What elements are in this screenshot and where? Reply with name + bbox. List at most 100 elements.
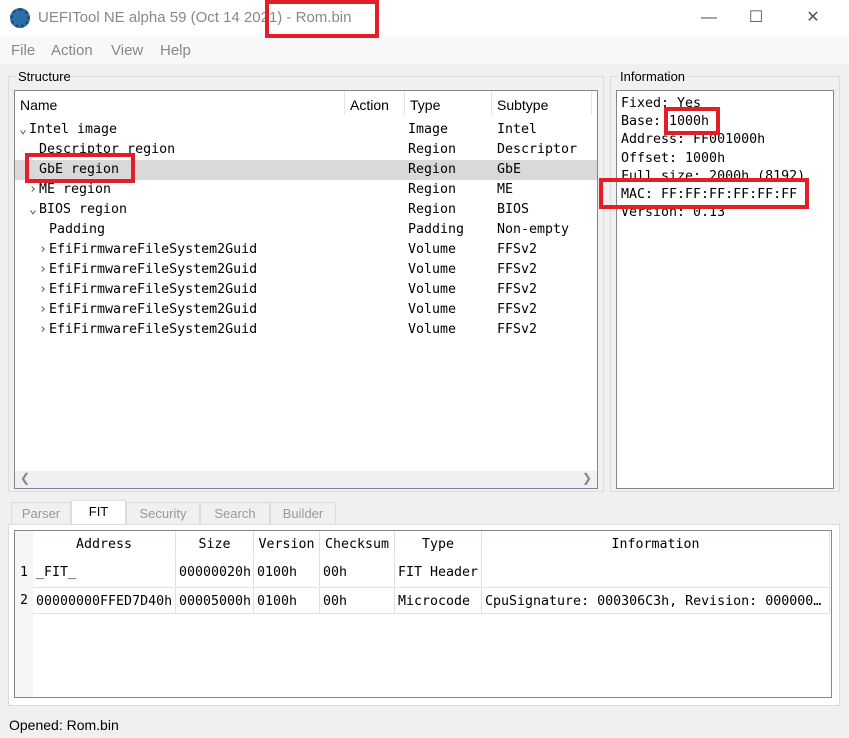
fit-cell[interactable]: 0100h: [254, 587, 320, 614]
fit-cell[interactable]: 0100h: [254, 559, 320, 586]
tab-fit[interactable]: FIT: [71, 500, 126, 525]
fit-table[interactable]: Address Size Version Checksum Type Informatio…: [14, 530, 832, 698]
column-name[interactable]: Name: [15, 91, 345, 115]
expand-chevron-icon[interactable]: ›: [29, 180, 37, 200]
tab-search[interactable]: Search: [200, 502, 270, 524]
tree-item-name: Padding: [49, 222, 106, 237]
tree-item-subtype: GbE: [497, 162, 522, 177]
tree-item-name: Intel image: [29, 122, 118, 137]
tree-item-type: Image: [408, 122, 449, 137]
tree-row[interactable]: › EfiFirmwareFileSystem2Guid Volume FFSv…: [15, 260, 597, 280]
tree-row[interactable]: › EfiFirmwareFileSystem2Guid Volume FFSv…: [15, 240, 597, 260]
fit-column-address[interactable]: Address: [33, 531, 176, 558]
highlight-box: [599, 178, 809, 209]
information-panel[interactable]: Fixed: Yes Base: 1000h Address: FF001000h O…: [616, 90, 834, 489]
fit-column-checksum[interactable]: Checksum: [320, 531, 395, 558]
tree-item-type: Region: [408, 142, 457, 157]
app-gear-icon: [10, 8, 30, 28]
information-label: Information: [618, 69, 688, 84]
tree-item-subtype: FFSv2: [497, 322, 538, 337]
scroll-left-icon[interactable]: ❮: [20, 471, 30, 485]
tree-row[interactable]: › EfiFirmwareFileSystem2Guid Volume FFSv…: [15, 280, 597, 300]
fit-column-information[interactable]: Information: [482, 531, 830, 558]
tree-row[interactable]: Padding Padding Non-empty: [15, 220, 597, 240]
column-type[interactable]: Type: [405, 91, 492, 115]
tree-item-name: EfiFirmwareFileSystem2Guid: [49, 282, 258, 297]
tree-item-type: Region: [408, 182, 457, 197]
fit-cell[interactable]: FIT Header: [395, 559, 482, 586]
column-action[interactable]: Action: [345, 91, 405, 115]
fit-cell[interactable]: CpuSignature: 000306C3h, Revision: 00000…: [482, 587, 830, 614]
fit-column-version[interactable]: Version: [254, 531, 320, 558]
row-number: 2: [20, 593, 29, 608]
fit-cell[interactable]: 00h: [320, 559, 395, 586]
column-subtype[interactable]: Subtype: [492, 91, 592, 115]
menu-help[interactable]: Help: [160, 42, 191, 59]
structure-tree[interactable]: Name Action Type Subtype ⌄ Intel image I…: [14, 90, 598, 489]
expand-chevron-icon[interactable]: ⌄: [29, 200, 37, 220]
horizontal-scrollbar[interactable]: ❮ ❯: [15, 471, 597, 488]
row-header-gutter: [15, 531, 33, 697]
tree-item-name: EfiFirmwareFileSystem2Guid: [49, 262, 258, 277]
menu-action[interactable]: Action: [51, 42, 93, 59]
info-line: Offset: 1000h: [621, 150, 726, 166]
info-line: Fixed: Yes: [621, 96, 702, 111]
menu-file[interactable]: File: [11, 42, 35, 59]
info-line: Address: FF001000h: [621, 132, 766, 148]
fit-cell[interactable]: 00000000FFED7D40h: [33, 587, 176, 614]
tab-builder[interactable]: Builder: [270, 502, 336, 524]
tree-item-subtype: ME: [497, 182, 514, 197]
fit-cell[interactable]: _FIT_: [33, 559, 176, 586]
status-bar: Opened: Rom.bin: [9, 717, 119, 733]
tree-item-type: Region: [408, 162, 457, 177]
tree-item-name: ME region: [39, 182, 112, 197]
tree-item-type: Volume: [408, 262, 457, 277]
fit-cell[interactable]: 00005000h: [176, 587, 254, 614]
tree-item-type: Padding: [408, 222, 465, 237]
tree-item-subtype: FFSv2: [497, 242, 538, 257]
tree-row[interactable]: › EfiFirmwareFileSystem2Guid Volume FFSv…: [15, 300, 597, 320]
tree-item-subtype: BIOS: [497, 202, 530, 217]
expand-chevron-icon[interactable]: ⌄: [19, 120, 27, 140]
tab-security[interactable]: Security: [126, 502, 200, 524]
fit-cell[interactable]: 00h: [320, 587, 395, 614]
expand-chevron-icon[interactable]: ›: [39, 240, 47, 260]
tree-item-type: Volume: [408, 302, 457, 317]
tree-row[interactable]: ⌄ BIOS region Region BIOS: [15, 200, 597, 220]
maximize-button[interactable]: ☐: [733, 4, 779, 32]
expand-chevron-icon[interactable]: ›: [39, 280, 47, 300]
tree-item-subtype: Non-empty: [497, 222, 570, 237]
tree-item-type: Volume: [408, 282, 457, 297]
tab-parser[interactable]: Parser: [11, 502, 71, 524]
tree-item-type: Region: [408, 202, 457, 217]
expand-chevron-icon[interactable]: ›: [39, 300, 47, 320]
expand-chevron-icon[interactable]: ›: [39, 260, 47, 280]
highlight-box: [664, 107, 720, 135]
fit-cell[interactable]: 00000020h: [176, 559, 254, 586]
highlight-box: [25, 153, 135, 183]
tree-item-subtype: FFSv2: [497, 262, 538, 277]
menu-view[interactable]: View: [111, 42, 143, 59]
tree-item-subtype: Descriptor: [497, 142, 578, 157]
tree-item-subtype: FFSv2: [497, 302, 538, 317]
fit-cell[interactable]: [482, 559, 830, 586]
fit-cell[interactable]: Microcode: [395, 587, 482, 614]
fit-column-type[interactable]: Type: [395, 531, 482, 558]
tree-item-subtype: Intel: [497, 122, 538, 137]
structure-label: Structure: [16, 69, 73, 84]
fit-column-size[interactable]: Size: [176, 531, 254, 558]
tree-row[interactable]: › ME region Region ME: [15, 180, 597, 200]
tree-item-type: Volume: [408, 242, 457, 257]
expand-chevron-icon[interactable]: ›: [39, 320, 47, 340]
tree-row[interactable]: ⌄ Intel image Image Intel: [15, 120, 597, 140]
tree-item-subtype: FFSv2: [497, 282, 538, 297]
minimize-button[interactable]: —: [686, 4, 732, 32]
tree-item-name: EfiFirmwareFileSystem2Guid: [49, 302, 258, 317]
tree-row[interactable]: › EfiFirmwareFileSystem2Guid Volume FFSv…: [15, 320, 597, 340]
tree-item-name: EfiFirmwareFileSystem2Guid: [49, 242, 258, 257]
highlight-box: [265, 0, 379, 38]
info-line: Base: 1000h: [621, 114, 710, 130]
tree-item-name: BIOS region: [39, 202, 128, 217]
close-button[interactable]: ✕: [790, 4, 836, 32]
scroll-right-icon[interactable]: ❯: [582, 471, 592, 485]
